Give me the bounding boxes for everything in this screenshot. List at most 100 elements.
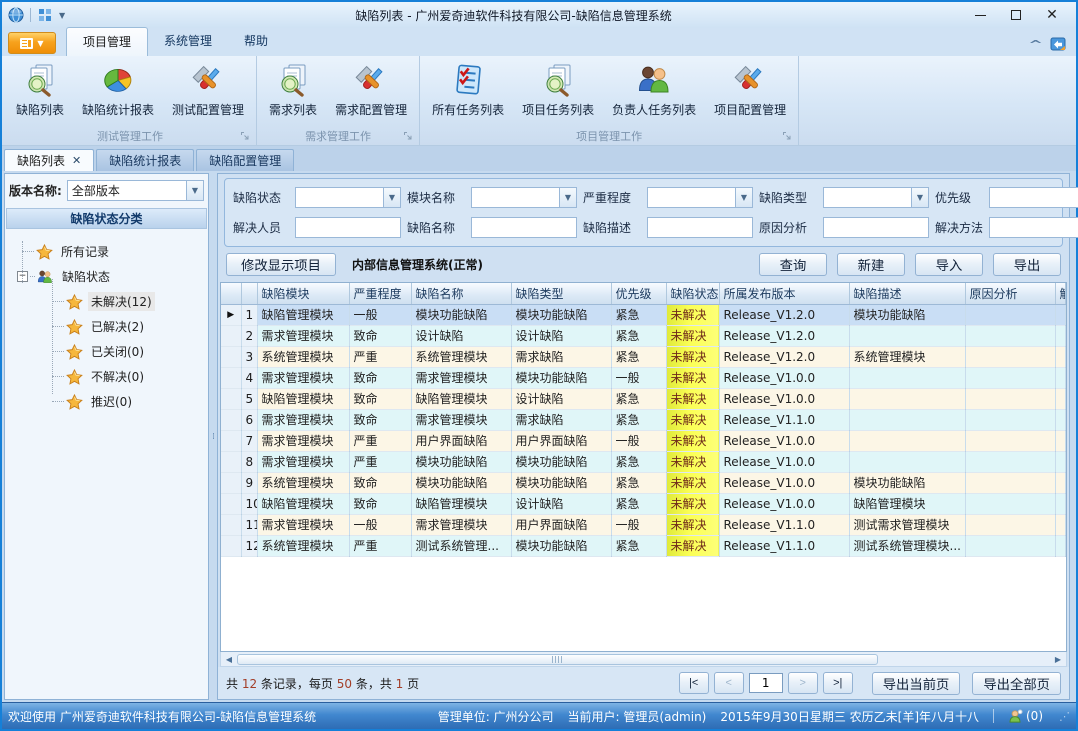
doc-tab-缺陷统计报表[interactable]: 缺陷统计报表 [96,149,194,171]
filter-field-原因分析[interactable] [824,218,928,237]
column-header-优先级[interactable]: 优先级 [611,283,666,304]
tree-item-推迟(0)[interactable]: 推迟(0) [5,389,208,414]
ribbon-button-所有任务列表[interactable]: 所有任务列表 [423,60,513,120]
tree-item-所有记录[interactable]: 所有记录 [5,239,208,264]
filter-field-缺陷描述[interactable] [648,218,752,237]
ribbon-button-项目配置管理[interactable]: 项目配置管理 [705,60,795,120]
style-switch-icon[interactable] [1050,36,1066,52]
table-row[interactable]: 9系统管理模块致命模块功能缺陷模块功能缺陷紧急未解决Release_V1.0.0… [221,472,1066,493]
column-header-原因分析[interactable]: 原因分析 [965,283,1055,304]
filter-field-解决人员[interactable] [296,218,400,237]
filter-field-优先级[interactable] [990,188,1078,207]
ribbon-button-需求列表[interactable]: 需求列表 [260,60,326,120]
scroll-left-arrow-icon[interactable]: ◀ [222,655,236,664]
column-header-缺陷状态[interactable]: 缺陷状态 [666,283,719,304]
filter-field-解决方法[interactable] [990,218,1078,237]
dropdown-arrow-icon[interactable]: ▼ [911,188,928,207]
column-header-缺陷类型[interactable]: 缺陷类型 [511,283,611,304]
collapse-ribbon-icon[interactable]: ^ [1028,38,1043,51]
application-menu-button[interactable]: ▼ [8,32,56,54]
table-row[interactable]: 2需求管理模块致命设计缺陷设计缺陷紧急未解决Release_V1.2.0 [221,325,1066,346]
new-button[interactable]: 新建 [837,253,905,276]
prev-page-button[interactable]: < [714,672,744,694]
layout-style-icon[interactable] [37,7,53,23]
doc-tab-缺陷列表[interactable]: 缺陷列表✕ [4,149,94,171]
online-users-badge[interactable]: (0) [1008,709,1043,724]
doc-tab-缺陷配置管理[interactable]: 缺陷配置管理 [196,149,294,171]
dialog-launcher-icon[interactable] [240,131,250,141]
table-row[interactable]: 4需求管理模块致命需求管理模块模块功能缺陷一般未解决Release_V1.0.0 [221,367,1066,388]
ribbon-button-缺陷统计报表[interactable]: 缺陷统计报表 [73,60,163,120]
table-row[interactable]: ▶1缺陷管理模块一般模块功能缺陷模块功能缺陷紧急未解决Release_V1.2.… [221,304,1066,325]
column-header-缺陷模块[interactable]: 缺陷模块 [257,283,349,304]
horizontal-scrollbar[interactable]: ◀ ▶ [220,652,1067,667]
table-row[interactable]: 5缺陷管理模块致命缺陷管理模块设计缺陷紧急未解决Release_V1.0.0 [221,388,1066,409]
filter-field-缺陷状态[interactable] [296,188,383,207]
table-row[interactable]: 7需求管理模块严重用户界面缺陷用户界面缺陷一般未解决Release_V1.0.0 [221,430,1066,451]
table-row[interactable]: 11需求管理模块一般需求管理模块用户界面缺陷一般未解决Release_V1.1.… [221,514,1066,535]
minimize-button[interactable] [962,4,998,26]
filter-field-严重程度[interactable] [648,188,735,207]
filter-combobox-优先级[interactable]: ▼ [989,187,1078,208]
column-header-解决方法[interactable]: 解决方法 [1055,283,1066,304]
query-button[interactable]: 查询 [759,253,827,276]
tree-item-不解决(0)[interactable]: 不解决(0) [5,364,208,389]
import-button[interactable]: 导入 [915,253,983,276]
tree-item-已关闭(0)[interactable]: 已关闭(0) [5,339,208,364]
column-header-所属发布版本[interactable]: 所属发布版本 [719,283,849,304]
export-current-page-button[interactable]: 导出当前页 [872,672,961,695]
export-button[interactable]: 导出 [993,253,1061,276]
table-row[interactable]: 3系统管理模块严重系统管理模块需求缺陷紧急未解决Release_V1.2.0系统… [221,346,1066,367]
dropdown-arrow-icon[interactable]: ▼ [735,188,752,207]
dropdown-arrow-icon[interactable]: ▼ [559,188,576,207]
column-header-缺陷名称[interactable]: 缺陷名称 [411,283,511,304]
column-header-严重程度[interactable]: 严重程度 [349,283,411,304]
ribbon-button-项目任务列表[interactable]: 项目任务列表 [513,60,603,120]
ribbon-button-需求配置管理[interactable]: 需求配置管理 [326,60,416,120]
filter-combobox-缺陷类型[interactable]: ▼ [823,187,929,208]
dialog-launcher-icon[interactable] [782,131,792,141]
close-button[interactable]: ✕ [1034,4,1070,26]
layout-style-dropdown-arrow[interactable]: ▼ [59,11,65,20]
ribbon-button-负责人任务列表[interactable]: 负责人任务列表 [603,60,705,120]
maximize-button[interactable] [998,4,1034,26]
filter-input-缺陷描述[interactable] [647,217,753,238]
ribbon-button-测试配置管理[interactable]: 测试配置管理 [163,60,253,120]
dropdown-arrow-icon[interactable]: ▼ [383,188,400,207]
version-combobox[interactable]: 全部版本 ▼ [67,180,204,201]
tree-item-缺陷状态[interactable]: −缺陷状态 [5,264,208,289]
tab-close-icon[interactable]: ✕ [72,154,81,167]
table-row[interactable]: 8需求管理模块严重模块功能缺陷模块功能缺陷紧急未解决Release_V1.0.0 [221,451,1066,472]
filter-input-解决方法[interactable] [989,217,1078,238]
filter-field-缺陷类型[interactable] [824,188,911,207]
filter-input-解决人员[interactable] [295,217,401,238]
tree-item-未解决(12)[interactable]: 未解决(12) [5,289,208,314]
ribbon-button-缺陷列表[interactable]: 缺陷列表 [7,60,73,120]
scroll-right-arrow-icon[interactable]: ▶ [1051,655,1065,664]
filter-combobox-严重程度[interactable]: ▼ [647,187,753,208]
first-page-button[interactable]: |< [679,672,709,694]
filter-input-缺陷名称[interactable] [471,217,577,238]
filter-field-模块名称[interactable] [472,188,559,207]
filter-field-缺陷名称[interactable] [472,218,576,237]
scrollbar-thumb[interactable] [237,654,878,665]
ribbon-tab-系统管理[interactable]: 系统管理 [148,27,228,56]
column-header-缺陷描述[interactable]: 缺陷描述 [849,283,965,304]
table-row[interactable]: 6需求管理模块致命需求管理模块需求缺陷紧急未解决Release_V1.1.0 [221,409,1066,430]
table-row[interactable]: 10缺陷管理模块致命缺陷管理模块设计缺陷紧急未解决Release_V1.0.0缺… [221,493,1066,514]
table-row[interactable]: 12系统管理模块严重测试系统管理...模块功能缺陷紧急未解决Release_V1… [221,535,1066,556]
filter-input-原因分析[interactable] [823,217,929,238]
modify-display-items-button[interactable]: 修改显示项目 [226,253,336,276]
filter-combobox-缺陷状态[interactable]: ▼ [295,187,401,208]
next-page-button[interactable]: > [788,672,818,694]
export-all-pages-button[interactable]: 导出全部页 [972,672,1061,695]
ribbon-tab-项目管理[interactable]: 项目管理 [66,27,148,56]
sidebar-splitter[interactable]: ⁞ [209,171,217,702]
dialog-launcher-icon[interactable] [403,131,413,141]
version-dropdown-arrow[interactable]: ▼ [186,181,203,200]
page-number-input[interactable] [749,673,783,693]
ribbon-tab-帮助[interactable]: 帮助 [228,27,284,56]
last-page-button[interactable]: >| [823,672,853,694]
tree-item-已解决(2)[interactable]: 已解决(2) [5,314,208,339]
resize-grip[interactable]: ⋰ [1059,710,1070,723]
